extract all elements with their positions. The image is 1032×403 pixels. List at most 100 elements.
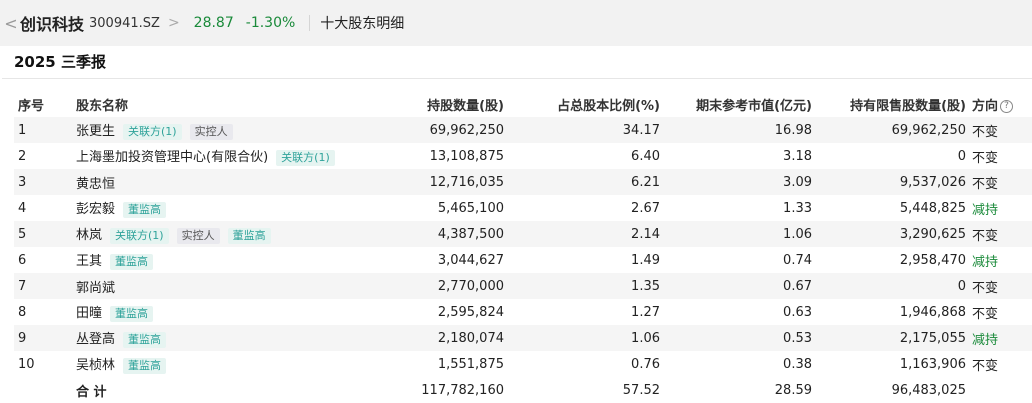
row-index: 5 xyxy=(14,221,76,247)
direction-cell: 不变 xyxy=(972,306,999,322)
header-ratio[interactable]: 占总股本比例(%) xyxy=(504,91,660,117)
value-cell: 3.09 xyxy=(660,169,812,195)
shareholder-name[interactable]: 田曈 xyxy=(76,306,102,321)
shareholder-name[interactable]: 郭尚斌 xyxy=(76,281,115,296)
name-cell: 丛登高 董监高 xyxy=(76,325,344,351)
executive-tag[interactable]: 董监高 xyxy=(110,253,154,270)
related-party-tag[interactable]: 关联方(1) xyxy=(123,123,182,140)
shares-cell: 3,044,627 xyxy=(437,252,504,268)
shareholder-name[interactable]: 彭宏毅 xyxy=(76,202,115,217)
help-icon[interactable]: ? xyxy=(1000,99,1014,113)
row-index: 7 xyxy=(14,273,76,299)
top-shareholders-table: 序号 股东名称 持股数量(股) 占总股本比例(%) 期末参考市值(亿元) 持有限… xyxy=(14,91,1032,403)
row-index: 4 xyxy=(18,200,27,216)
ratio-cell: 34.17 xyxy=(504,117,660,143)
table-header-row: 序号 股东名称 持股数量(股) 占总股本比例(%) 期末参考市值(亿元) 持有限… xyxy=(14,91,1032,117)
executive-tag[interactable]: 董监高 xyxy=(123,357,167,374)
header-direction-label: 方向 xyxy=(972,98,999,114)
table-row: 6 王其 董监高 3,044,627 1.49 0.74 2,958,470 减持 xyxy=(14,247,1032,273)
table-row: 7 郭尚斌 2,770,000 1.35 0.67 0 不变 xyxy=(14,273,1032,299)
total-restricted: 96,483,025 xyxy=(891,382,966,398)
ratio-cell: 1.27 xyxy=(631,304,660,320)
controller-tag[interactable]: 实控人 xyxy=(189,123,233,140)
total-direction-cell xyxy=(966,377,1032,403)
shares-cell: 4,387,500 xyxy=(344,221,504,247)
executive-tag[interactable]: 董监高 xyxy=(123,331,167,348)
header-name: 股东名称 xyxy=(76,98,129,114)
executive-tag[interactable]: 董监高 xyxy=(110,305,154,322)
page-title: 十大股东明细 xyxy=(320,16,405,32)
value-cell: 0.63 xyxy=(783,304,812,320)
table-row: 8 田曈 董监高 2,595,824 1.27 0.63 1,946,868 不变 xyxy=(14,299,1032,325)
executive-tag[interactable]: 董监高 xyxy=(123,201,167,218)
controller-tag[interactable]: 实控人 xyxy=(176,227,220,244)
chevron-right-icon[interactable]: > xyxy=(168,15,180,31)
total-row: 合 计 117,782,160 57.52 28.59 96,483,025 xyxy=(14,377,1032,403)
ratio-cell: 1.49 xyxy=(631,252,660,268)
restricted-cell: 2,175,055 xyxy=(812,325,966,351)
value-cell: 1.06 xyxy=(660,221,812,247)
total-value: 28.59 xyxy=(774,382,812,398)
direction-cell: 不变 xyxy=(972,150,999,166)
restricted-cell: 2,958,470 xyxy=(899,252,966,268)
shareholder-name[interactable]: 林岚 xyxy=(76,228,102,243)
shares-cell: 12,716,035 xyxy=(344,169,504,195)
restricted-cell: 1,946,868 xyxy=(899,304,966,320)
header-restricted[interactable]: 持有限售股数量(股) xyxy=(812,91,966,117)
header-shares[interactable]: 持股数量(股) xyxy=(344,91,504,117)
direction-cell: 不变 xyxy=(972,358,999,374)
restricted-cell: 9,537,026 xyxy=(812,169,966,195)
table-row: 1 张更生 关联方(1) 实控人 69,962,250 34.17 16.98 69,962,… xyxy=(14,117,1032,143)
direction-cell: 不变 xyxy=(966,169,1032,195)
restricted-cell: 1,163,906 xyxy=(899,356,966,372)
ratio-cell: 6.40 xyxy=(631,148,660,164)
restricted-cell: 5,448,825 xyxy=(899,200,966,216)
shareholder-name[interactable]: 黄忠恒 xyxy=(76,177,115,192)
shares-cell: 2,595,824 xyxy=(437,304,504,320)
stock-name: 创识科技 xyxy=(20,15,85,34)
shareholder-name[interactable]: 张更生 xyxy=(76,124,115,139)
shareholder-name[interactable]: 丛登高 xyxy=(76,332,115,347)
name-cell: 田曈 董监高 xyxy=(76,299,344,325)
shares-cell: 1,551,875 xyxy=(437,356,504,372)
restricted-cell: 0 xyxy=(812,273,966,299)
shareholder-name[interactable]: 王其 xyxy=(76,254,102,269)
value-cell: 0.53 xyxy=(660,325,812,351)
header-direction: 方向? xyxy=(966,91,1032,117)
executive-tag[interactable]: 董监高 xyxy=(227,227,271,244)
header-value[interactable]: 期末参考市值(亿元) xyxy=(660,91,812,117)
direction-cell: 减持 xyxy=(972,254,999,270)
value-cell: 3.18 xyxy=(783,148,812,164)
shares-cell: 2,180,074 xyxy=(344,325,504,351)
related-party-tag[interactable]: 关联方(1) xyxy=(276,149,335,166)
total-index-cell xyxy=(14,377,76,403)
direction-cell: 不变 xyxy=(966,221,1032,247)
name-cell: 王其 董监高 xyxy=(76,247,344,273)
shares-cell: 2,770,000 xyxy=(344,273,504,299)
back-chevron-icon[interactable]: < xyxy=(4,14,18,33)
direction-cell: 减持 xyxy=(966,325,1032,351)
table-row: 2 上海墨加投资管理中心(有限合伙) 关联方(1) 13,108,875 6.40 3.1… xyxy=(14,143,1032,169)
total-shares: 117,782,160 xyxy=(421,382,504,398)
name-cell: 上海墨加投资管理中心(有限合伙) 关联方(1) xyxy=(76,143,344,169)
row-index: 1 xyxy=(14,117,76,143)
stock-price: 28.87 xyxy=(193,15,234,31)
restricted-cell: 3,290,625 xyxy=(812,221,966,247)
row-index: 6 xyxy=(18,252,27,268)
ratio-cell: 0.76 xyxy=(631,356,660,372)
related-party-tag[interactable]: 关联方(1) xyxy=(110,227,169,244)
restricted-cell: 0 xyxy=(957,148,966,164)
value-cell: 16.98 xyxy=(660,117,812,143)
row-index: 10 xyxy=(18,356,35,372)
row-index: 2 xyxy=(18,148,27,164)
table-row: 9 丛登高 董监高 2,180,074 1.06 0.53 2,175,055 减持 xyxy=(14,325,1032,351)
table-row: 10 吴桢林 董监高 1,551,875 0.76 0.38 1,163,906 不变 xyxy=(14,351,1032,377)
restricted-cell: 69,962,250 xyxy=(812,117,966,143)
ratio-cell: 6.21 xyxy=(504,169,660,195)
table-row: 4 彭宏毅 董监高 5,465,100 2.67 1.33 5,448,825 减持 xyxy=(14,195,1032,221)
shareholder-name[interactable]: 吴桢林 xyxy=(76,358,115,373)
name-cell: 黄忠恒 xyxy=(76,169,344,195)
shareholder-name[interactable]: 上海墨加投资管理中心(有限合伙) xyxy=(76,150,268,165)
total-label: 合 计 xyxy=(76,384,107,400)
value-cell: 0.38 xyxy=(783,356,812,372)
